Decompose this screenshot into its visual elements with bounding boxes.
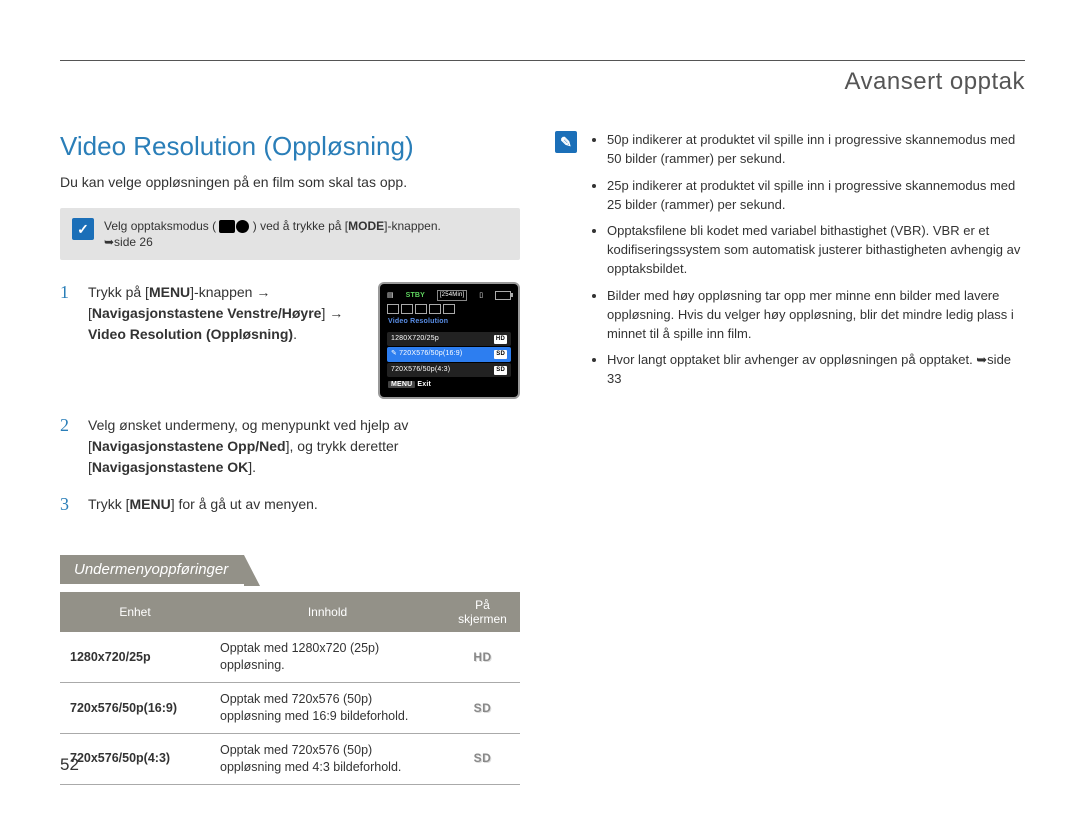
th-onscreen: På skjermen — [445, 592, 520, 632]
mode-note-text: Velg opptaksmodus ( ) ved å trykke på [M… — [104, 218, 441, 250]
lcd-status-icon — [443, 304, 455, 314]
pencil-icon: ✎ — [391, 350, 397, 357]
row-content: Opptak med 720x576 (50p) oppløsning med … — [210, 733, 445, 784]
submenu-table: Enhet Innhold På skjermen 1280x720/25p O… — [60, 592, 520, 784]
photo-mode-icon — [236, 220, 249, 233]
top-rule — [60, 60, 1025, 61]
lcd-exit: MENUExit — [384, 378, 514, 393]
step-body: Trykk [MENU] for å gå ut av menyen. — [88, 494, 520, 516]
step-body: ▤ STBY [254Min] ▯ — [88, 282, 520, 399]
step-3: 3 Trykk [MENU] for å gå ut av menyen. — [60, 494, 520, 516]
step-2: 2 Velg ønsket undermeny, og menypunkt ve… — [60, 415, 520, 478]
check-icon — [72, 218, 94, 240]
lcd-item-tag: SD — [494, 366, 507, 375]
lcd-exit-text: Exit — [417, 381, 431, 388]
row-unit: 1280x720/25p — [60, 632, 210, 682]
lcd-menu-title: Video Resolution — [384, 315, 514, 331]
hd-icon: HD — [473, 649, 491, 665]
lcd-battery-icon — [495, 291, 511, 300]
note-ref: ➥side 26 — [104, 235, 153, 249]
lcd-status-icon — [401, 304, 413, 314]
row-icon: SD — [445, 683, 520, 734]
arrow-right-icon: → — [329, 305, 343, 321]
row-content: Opptak med 720x576 (50p) oppløsning med … — [210, 683, 445, 734]
lcd-stby: STBY — [406, 291, 425, 302]
table-row: 720x576/50p(16:9) Opptak med 720x576 (50… — [60, 683, 520, 734]
row-content: Opptak med 1280x720 (25p) oppløsning. — [210, 632, 445, 682]
row-unit: 720x576/50p(16:9) — [60, 683, 210, 734]
right-note-block: 50p indikerer at produktet vil spille in… — [555, 131, 1025, 397]
lcd-item-label: 720X576/50p(4:3) — [391, 365, 450, 376]
mode-icons — [219, 220, 249, 233]
lcd-menu-item: 1280X720/25p HD — [387, 332, 511, 347]
row-icon: SD — [445, 733, 520, 784]
step-number: 2 — [60, 415, 76, 478]
section-title: Video Resolution (Oppløsning) — [60, 131, 520, 162]
manual-page: Avansert opptak Video Resolution (Oppløs… — [0, 0, 1080, 825]
step-1: 1 ▤ STBY [254Min] ▯ — [60, 282, 520, 399]
lcd-status-icon — [429, 304, 441, 314]
lcd-menu-button-icon: MENU — [388, 381, 415, 388]
row-unit: 720x576/50p(4:3) — [60, 733, 210, 784]
table-row: 1280x720/25p Opptak med 1280x720 (25p) o… — [60, 632, 520, 682]
left-column: Video Resolution (Oppløsning) Du kan vel… — [60, 131, 520, 785]
lcd-item-label: ✎720X576/50p(16:9) — [391, 349, 462, 360]
row-icon: HD — [445, 632, 520, 682]
mode-note-box: Velg opptaksmodus ( ) ved å trykke på [M… — [60, 208, 520, 260]
content-columns: Video Resolution (Oppløsning) Du kan vel… — [60, 131, 1025, 785]
lcd-status-icon — [387, 304, 399, 314]
video-mode-icon — [219, 220, 235, 233]
step-number: 3 — [60, 494, 76, 516]
right-column: 50p indikerer at produktet vil spille in… — [555, 131, 1025, 785]
list-item: 50p indikerer at produktet vil spille in… — [607, 131, 1025, 169]
lcd-item-tag: HD — [494, 335, 507, 344]
right-bullet-list: 50p indikerer at produktet vil spille in… — [591, 131, 1025, 397]
lcd-menu-item-selected: ✎720X576/50p(16:9) SD — [387, 347, 511, 362]
chapter-title: Avansert opptak — [844, 68, 1025, 96]
page-number: 52 — [60, 755, 79, 775]
steps-list: 1 ▤ STBY [254Min] ▯ — [60, 282, 520, 515]
th-unit: Enhet — [60, 592, 210, 632]
lcd-status-icon — [415, 304, 427, 314]
list-item: Bilder med høy oppløsning tar opp mer mi… — [607, 287, 1025, 344]
step-body: Velg ønsket undermeny, og menypunkt ved … — [88, 415, 520, 478]
arrow-right-icon: → — [256, 284, 270, 300]
list-item: 25p indikerer at produktet vil spille in… — [607, 177, 1025, 215]
submenu-header: Undermenyoppføringer — [60, 555, 244, 584]
pencil-note-icon — [555, 131, 577, 153]
note-pre: Velg opptaksmodus ( — [104, 219, 216, 233]
th-content: Innhold — [210, 592, 445, 632]
lcd-item-tag: SD — [494, 350, 507, 359]
lcd-menu-item: 720X576/50p(4:3) SD — [387, 363, 511, 378]
sd-icon: SD — [474, 750, 492, 766]
note-post2: ]-knappen. — [384, 219, 441, 233]
list-item: Opptaksfilene bli kodet med variabel bit… — [607, 222, 1025, 279]
lcd-item-label: 1280X720/25p — [391, 334, 439, 345]
lcd-time: [254Min] — [437, 290, 468, 301]
note-bold: MODE — [348, 219, 384, 233]
sd-icon: SD — [474, 700, 492, 716]
lcd-signal-icon: ▯ — [479, 291, 483, 302]
lcd-screenshot: ▤ STBY [254Min] ▯ — [378, 282, 520, 399]
table-row: 720x576/50p(4:3) Opptak med 720x576 (50p… — [60, 733, 520, 784]
note-post: ) ved å trykke på [ — [253, 219, 348, 233]
lcd-card-icon: ▤ — [387, 291, 394, 302]
step-number: 1 — [60, 282, 76, 399]
intro-text: Du kan velge oppløsningen på en film som… — [60, 174, 520, 190]
list-item: Hvor langt opptaket blir avhenger av opp… — [607, 351, 1025, 389]
